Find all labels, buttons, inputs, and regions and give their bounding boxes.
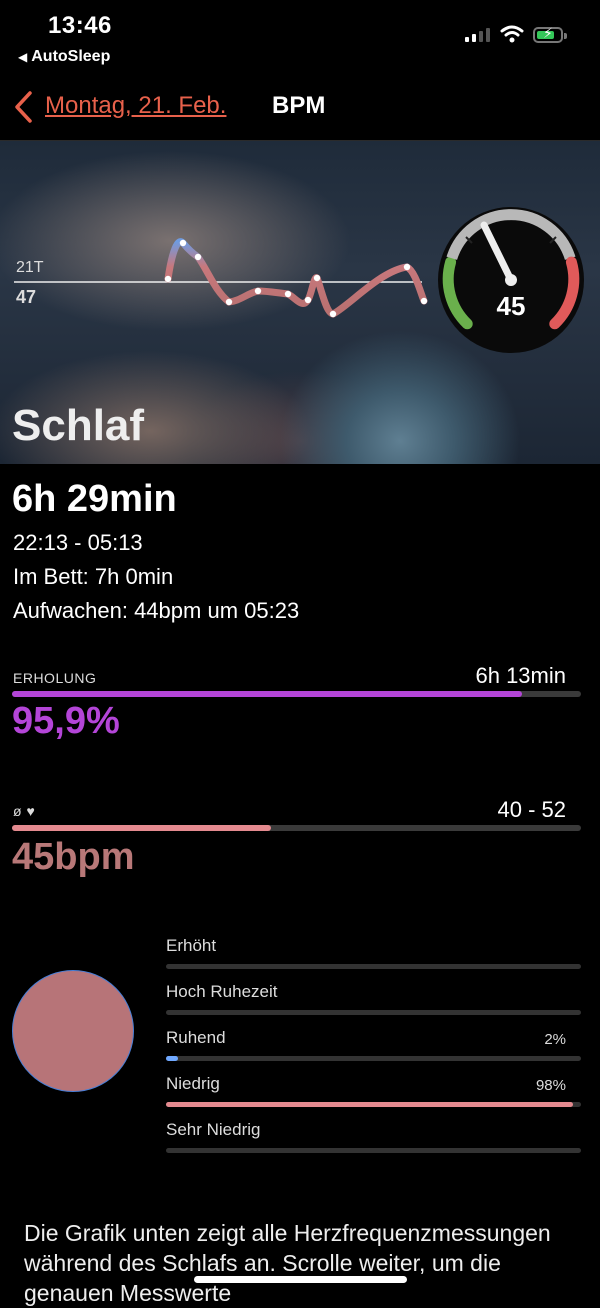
chart-point — [403, 263, 411, 271]
chart-average-label: 47 — [16, 287, 37, 307]
zone-bar — [166, 1010, 581, 1015]
battery-icon: ⚡ — [533, 25, 567, 43]
hero-title: Schlaf — [12, 401, 145, 450]
recovery-percent: 95,9% — [12, 700, 120, 742]
chart-point — [313, 274, 321, 282]
zone-bar — [166, 1102, 581, 1107]
chart-point — [194, 253, 202, 261]
hero-banner: 21T 47 45 Schlaf — [0, 141, 600, 464]
zone-bar — [166, 1056, 581, 1061]
heart-progress-bar — [12, 825, 581, 831]
heart-rate-curve — [164, 238, 428, 318]
heart-average-value: 45bpm — [12, 836, 135, 878]
chart-point — [225, 298, 233, 306]
zone-label: Niedrig — [166, 1074, 220, 1093]
chart-top-label: 21T — [16, 259, 44, 276]
in-bed-time: Im Bett: 7h 0min — [13, 564, 174, 589]
heart-range: 40 - 52 — [497, 797, 567, 822]
page-title: BPM — [272, 92, 326, 119]
chart-point — [284, 290, 292, 298]
chart-point — [179, 239, 187, 247]
chart-point — [254, 287, 262, 295]
wifi-icon — [500, 25, 524, 43]
zone-bar-fill — [166, 1056, 179, 1061]
back-to-app-link[interactable]: ◀ AutoSleep — [18, 48, 110, 66]
heart-rate-gauge — [438, 207, 584, 353]
zone-percent: 2% — [544, 1031, 566, 1048]
sleep-time-range: 22:13 - 05:13 — [13, 530, 143, 555]
recovery-progress-bar — [12, 691, 581, 697]
back-date-link[interactable]: Montag, 21. Feb. — [45, 92, 226, 120]
home-indicator[interactable] — [194, 1276, 407, 1283]
zone-bar — [166, 1148, 581, 1153]
heart-average-label: ø ♥ — [13, 803, 36, 819]
chart-point — [329, 310, 337, 318]
status-time: 13:46 — [48, 12, 112, 39]
wake-info: Aufwachen: 44bpm um 05:23 — [13, 598, 300, 623]
recovery-duration: 6h 13min — [475, 663, 566, 688]
back-triangle-icon: ◀ — [18, 50, 28, 64]
gauge-value: 45 — [496, 291, 526, 321]
zone-pie-chart — [12, 970, 134, 1092]
chart-point — [420, 297, 428, 305]
zone-label: Hoch Ruhezeit — [166, 982, 278, 1001]
chart-point — [164, 275, 172, 283]
chart-point — [304, 296, 312, 304]
zone-bar — [166, 964, 581, 969]
cellular-signal-icon — [465, 28, 490, 42]
zone-label: Erhöht — [166, 936, 217, 955]
chevron-left-icon[interactable] — [12, 90, 36, 124]
heart-progress-fill — [12, 825, 271, 831]
zone-label: Ruhend — [166, 1028, 226, 1047]
zone-label: Sehr Niedrig — [166, 1120, 261, 1139]
zone-percent: 98% — [535, 1077, 566, 1094]
sleep-duration: 6h 29min — [12, 478, 177, 520]
chart-description: Die Grafik unten zeigt alle Herzfrequenz… — [24, 1220, 551, 1306]
back-app-label: AutoSleep — [31, 48, 111, 65]
recovery-label: ERHOLUNG — [13, 670, 97, 686]
recovery-progress-fill — [12, 691, 522, 697]
zone-bar-fill — [166, 1102, 573, 1107]
